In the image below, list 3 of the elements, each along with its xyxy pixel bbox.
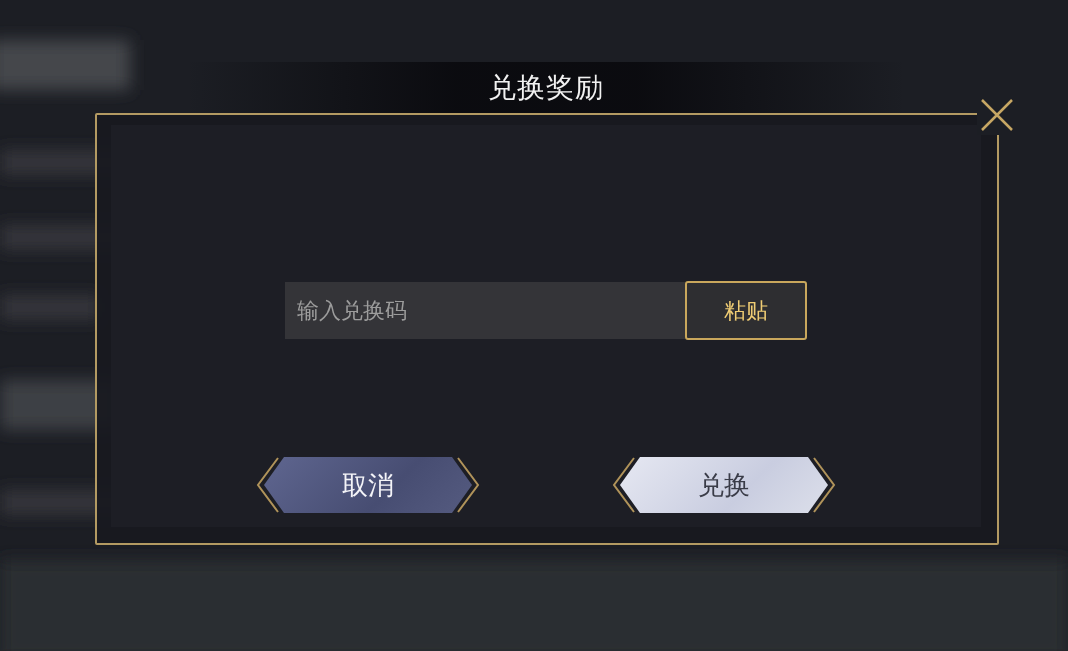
paste-button[interactable]: 粘贴 — [685, 281, 807, 340]
code-input-field[interactable]: 输入兑换码 — [285, 282, 685, 339]
dialog-title: 兑换奖励 — [488, 69, 604, 106]
